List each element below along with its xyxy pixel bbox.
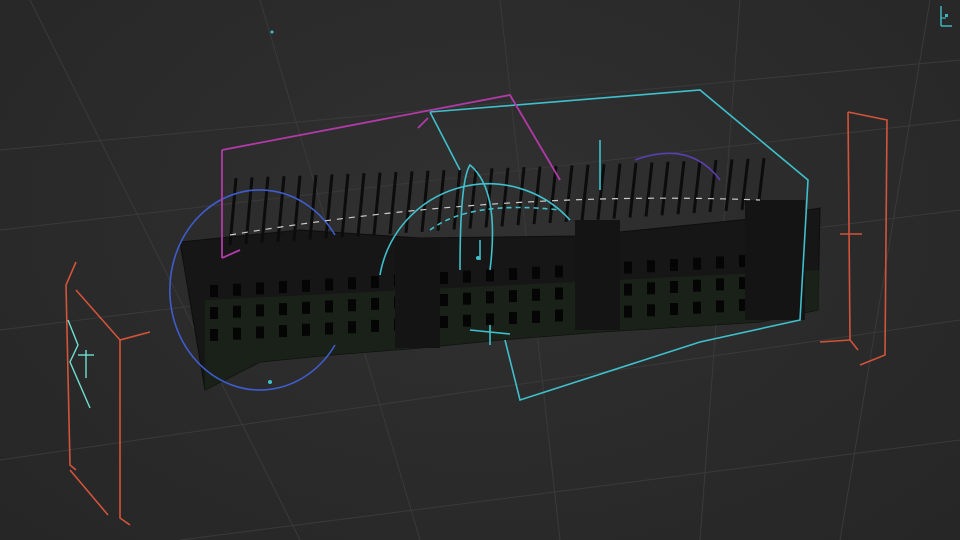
left-camera-marker[interactable] <box>67 319 94 409</box>
center-tower <box>575 220 620 330</box>
axis-gizmo-icon[interactable] <box>938 4 954 30</box>
right-tower <box>745 200 805 320</box>
building-model[interactable] <box>179 158 821 391</box>
3d-viewport[interactable] <box>0 0 960 540</box>
scene-canvas[interactable] <box>0 0 960 540</box>
left-tower <box>395 238 440 348</box>
right-camera-frustum[interactable] <box>819 111 888 366</box>
left-camera-frustum[interactable] <box>65 261 151 526</box>
